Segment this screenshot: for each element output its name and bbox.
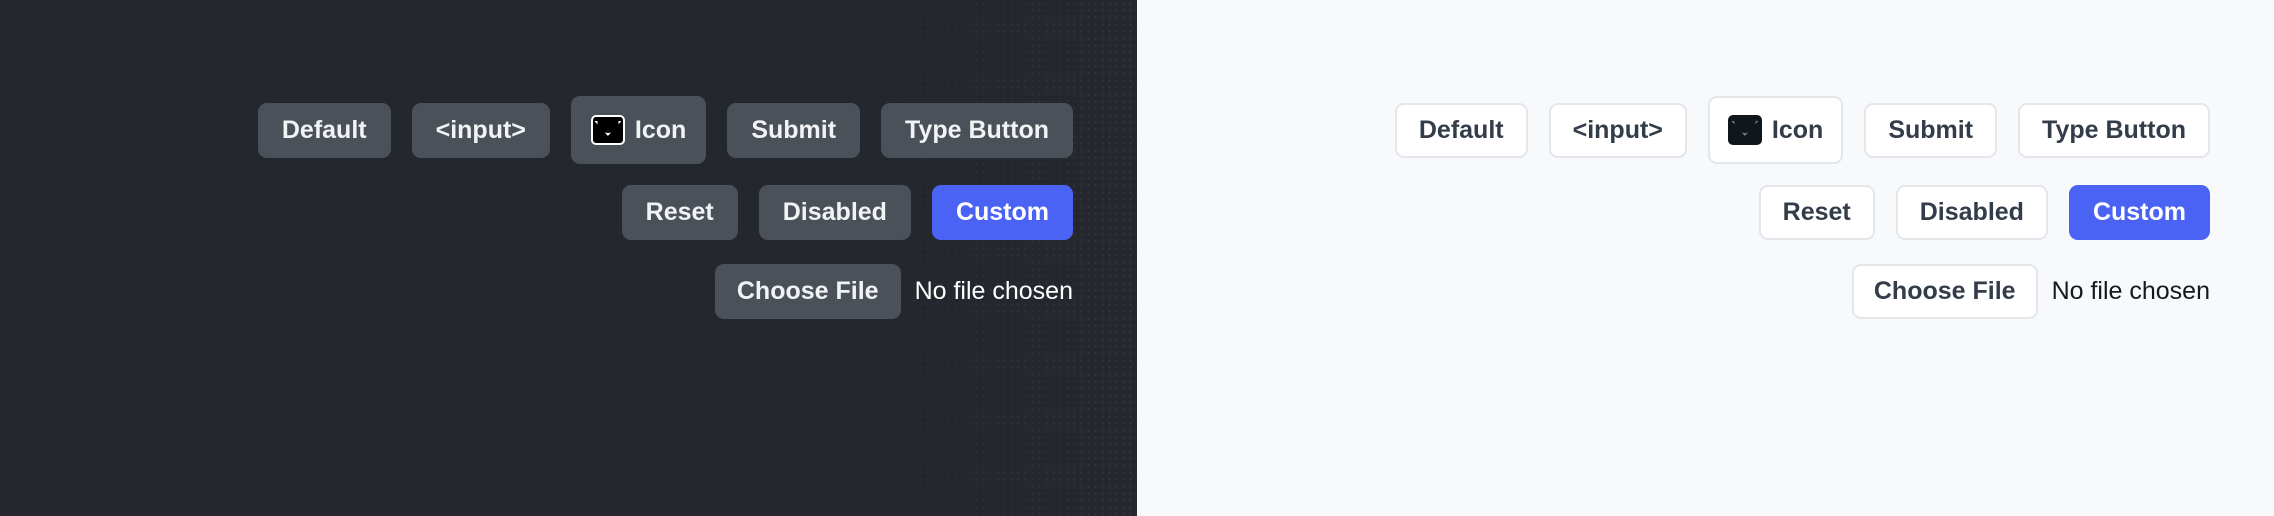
default-button[interactable]: Default [257, 102, 391, 158]
envelope-icon [1727, 115, 1762, 145]
file-status-label: No file chosen [2051, 277, 2210, 305]
disabled-button: Disabled [758, 185, 911, 240]
type-button[interactable]: Type Button [881, 102, 1073, 158]
submit-button[interactable]: Submit [727, 102, 861, 158]
button-gallery: Default <input> Icon Submit Type Button … [0, 96, 1073, 319]
envelope-icon [590, 115, 625, 145]
icon-button[interactable]: Icon [570, 96, 707, 164]
file-input-row: Choose File No file chosen [1851, 264, 2210, 319]
file-input[interactable]: Choose File No file chosen [714, 264, 1073, 319]
reset-button[interactable]: Reset [621, 185, 738, 240]
submit-button[interactable]: Submit [1864, 102, 1998, 158]
icon-button-label: Icon [634, 115, 687, 144]
primary-button-row: Default <input> Icon Submit Type Button [257, 96, 1073, 164]
file-status-label: No file chosen [914, 277, 1073, 305]
icon-button-label: Icon [1771, 115, 1824, 144]
reset-button[interactable]: Reset [1758, 185, 1875, 240]
file-input-row: Choose File No file chosen [714, 264, 1073, 319]
custom-button[interactable]: Custom [931, 185, 1073, 240]
button-gallery: Default <input> Icon Submit Type Button … [1137, 96, 2210, 319]
secondary-button-row: Reset Disabled Custom [1758, 185, 2210, 240]
dark-theme-panel: Default <input> Icon Submit Type Button … [0, 0, 1137, 516]
disabled-button: Disabled [1895, 185, 2048, 240]
custom-button[interactable]: Custom [2068, 185, 2210, 240]
primary-button-row: Default <input> Icon Submit Type Button [1394, 96, 2210, 164]
input-button[interactable]: <input> [411, 102, 550, 158]
secondary-button-row: Reset Disabled Custom [621, 185, 1073, 240]
file-input[interactable]: Choose File No file chosen [1851, 264, 2210, 319]
input-button[interactable]: <input> [1548, 102, 1687, 158]
icon-button[interactable]: Icon [1707, 96, 1844, 164]
choose-file-button[interactable]: Choose File [1851, 264, 2038, 319]
choose-file-button[interactable]: Choose File [714, 264, 901, 319]
type-button[interactable]: Type Button [2018, 102, 2210, 158]
default-button[interactable]: Default [1394, 102, 1528, 158]
light-theme-panel: Default <input> Icon Submit Type Button … [1137, 0, 2274, 516]
